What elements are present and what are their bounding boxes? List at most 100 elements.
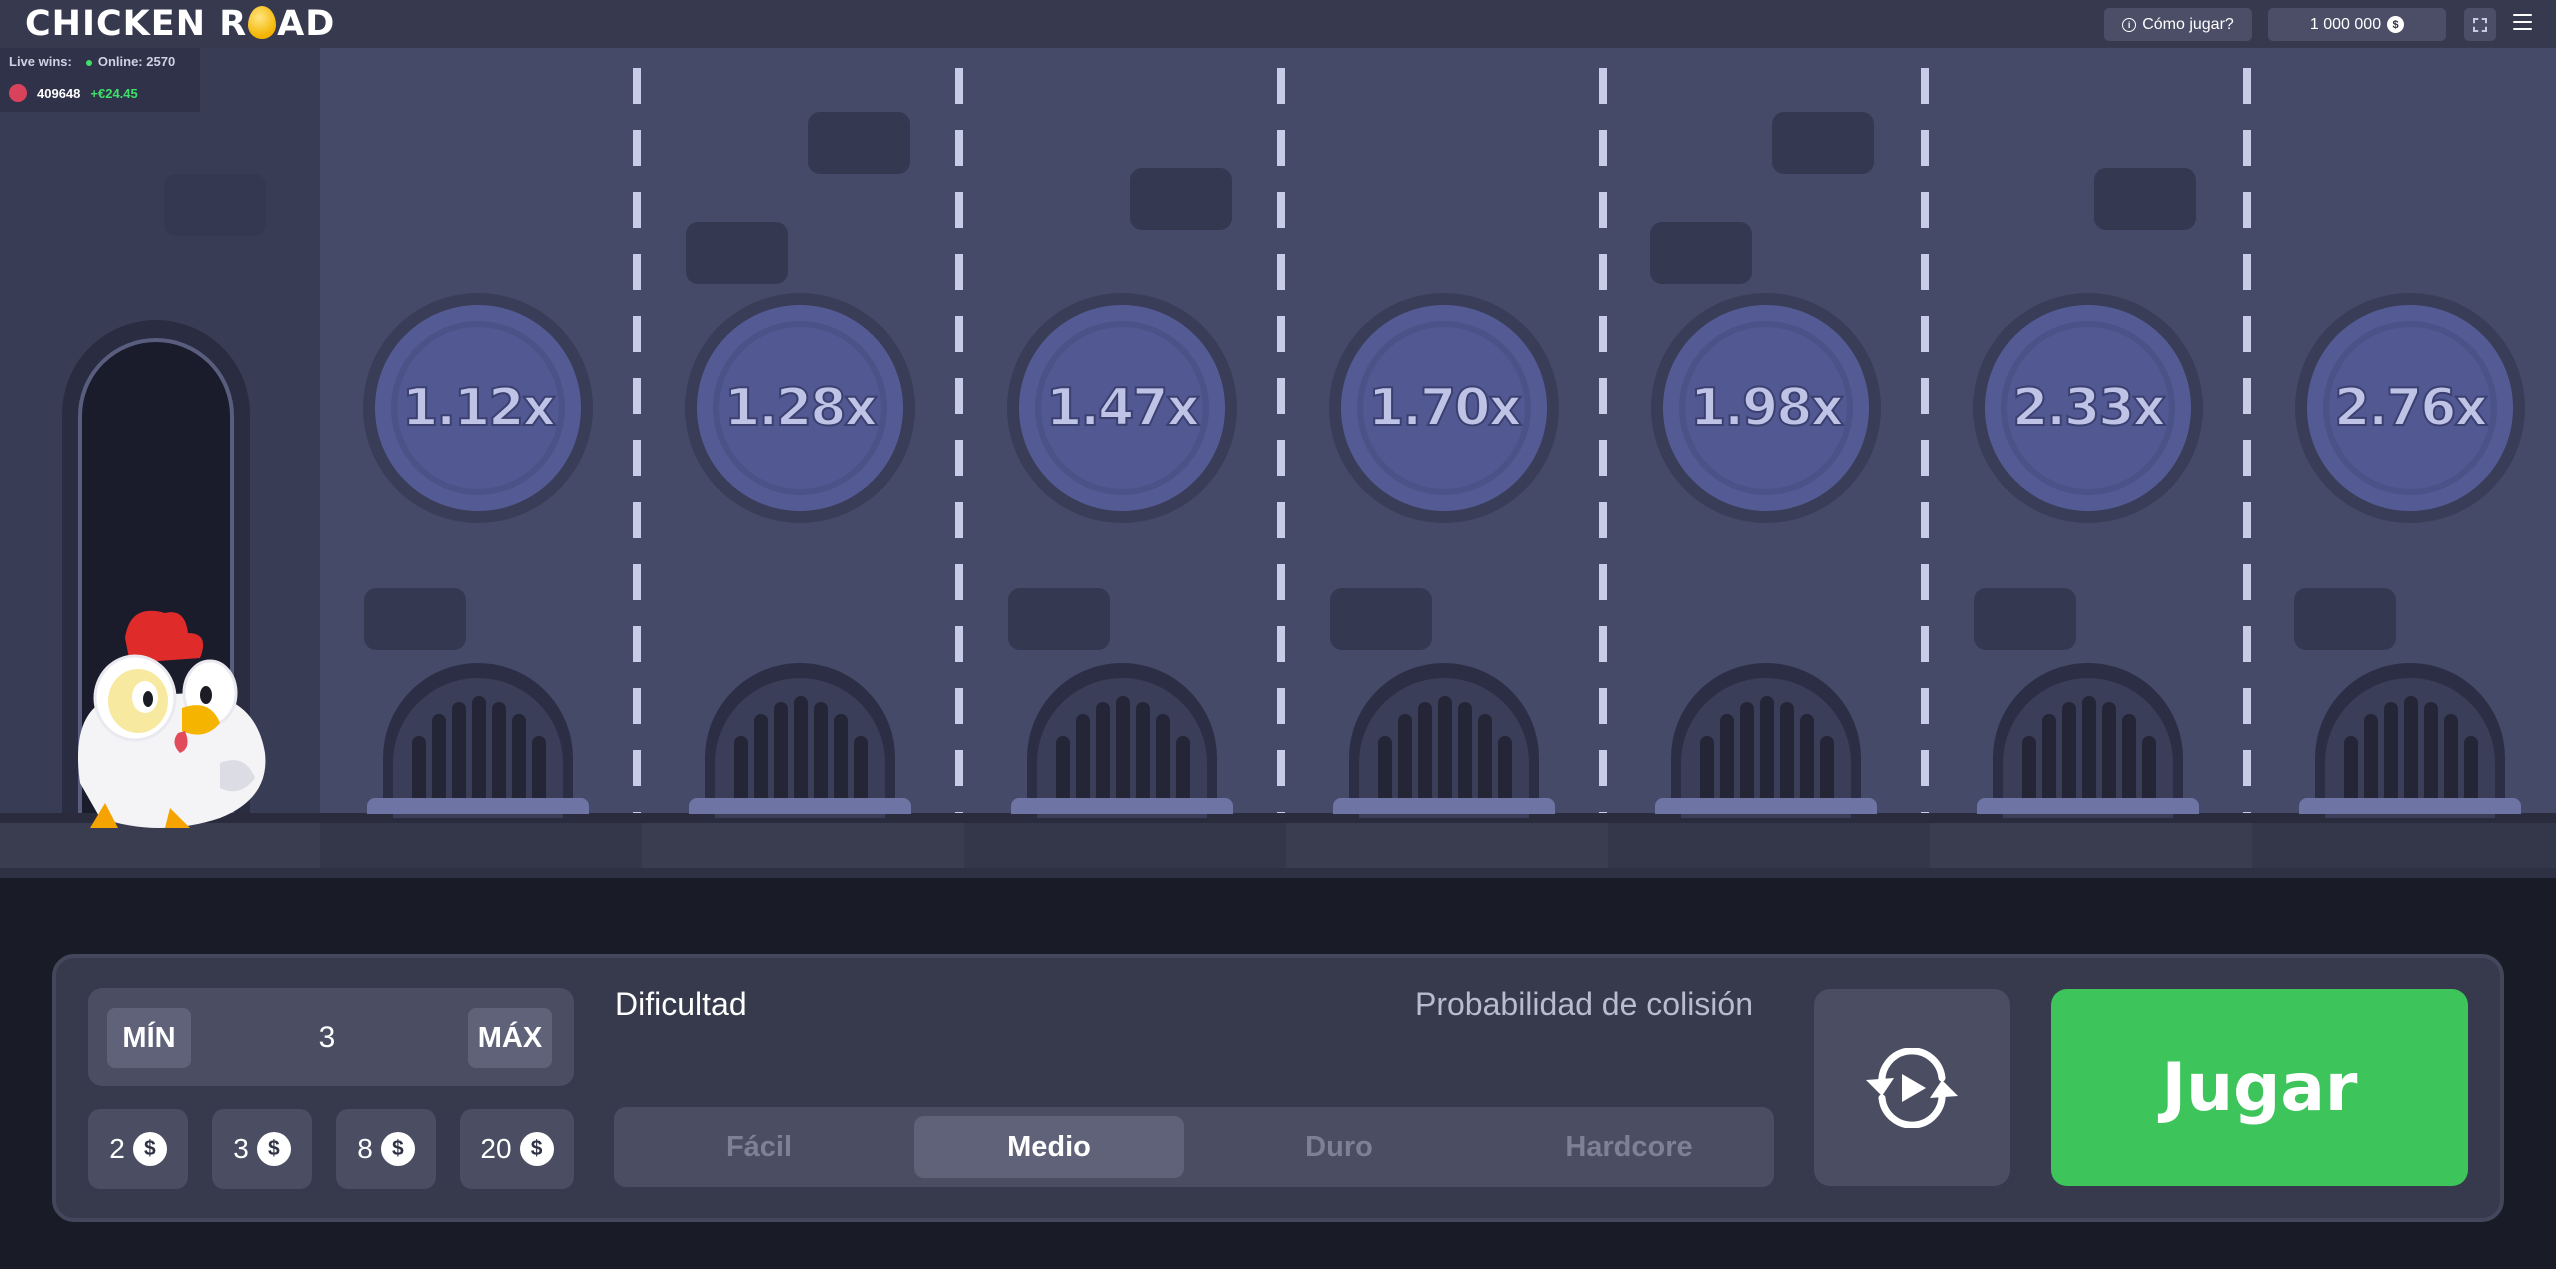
win-user-id: 409648 xyxy=(37,85,81,101)
how-to-play-label: Cómo jugar? xyxy=(2142,15,2234,33)
grate-base xyxy=(1977,798,2199,814)
grate-bar xyxy=(774,702,788,806)
grate-bar xyxy=(512,714,526,806)
wall-brick xyxy=(164,174,266,236)
last-win-row: 409648 +€24.45 xyxy=(9,84,138,102)
lane-divider xyxy=(955,68,963,818)
dollar-coin-icon: $ xyxy=(256,1132,291,1166)
logo-text-right: AD xyxy=(277,4,336,44)
fullscreen-button[interactable] xyxy=(2464,8,2496,41)
quick-bet-value: 2 xyxy=(109,1133,125,1164)
wall-brick xyxy=(1130,168,1232,230)
grate-bar xyxy=(2102,702,2116,806)
grate-bar xyxy=(754,714,768,806)
wall-brick xyxy=(1650,222,1752,284)
info-icon: i xyxy=(2122,17,2137,32)
avatar xyxy=(9,84,27,102)
grate-bar xyxy=(2042,714,2056,806)
wall-brick xyxy=(2094,168,2196,230)
lane-7-multiplier[interactable]: 2.76x xyxy=(2295,293,2525,523)
grate-bar xyxy=(412,736,426,806)
grate-bar xyxy=(1780,702,1794,806)
grate-bar xyxy=(1800,714,1814,806)
quick-bet-value: 8 xyxy=(357,1133,373,1164)
grate-bar xyxy=(492,702,506,806)
grate-bar xyxy=(1176,736,1190,806)
grate-bar xyxy=(1116,696,1130,806)
lane-6-multiplier[interactable]: 2.33x xyxy=(1973,293,2203,523)
online-count: 2570 xyxy=(146,54,176,69)
difficulty-easy-tab[interactable]: Fácil xyxy=(624,1116,894,1178)
grate-bar xyxy=(1076,714,1090,806)
how-to-play-button[interactable]: i Cómo jugar? xyxy=(2104,8,2252,41)
collision-probability-label: Probabilidad de colisión xyxy=(1415,986,1753,1022)
bet-amount-input[interactable]: 3 xyxy=(214,1008,440,1068)
chicken-character xyxy=(78,610,266,828)
grate-bar xyxy=(532,736,546,806)
multiplier-value: 1.70x xyxy=(1367,377,1523,439)
difficulty-hardcore-tab[interactable]: Hardcore xyxy=(1494,1116,1764,1178)
grate-bar xyxy=(1720,714,1734,806)
quick-bet-20-button[interactable]: 20 $ xyxy=(460,1109,574,1189)
wall-brick xyxy=(808,112,910,174)
grate-bar xyxy=(1740,702,1754,806)
sidewalk-slab xyxy=(320,823,642,871)
live-wins-label: Live wins: xyxy=(9,54,72,69)
multiplier-value: 1.12x xyxy=(401,377,557,439)
autoplay-button[interactable] xyxy=(1814,989,2010,1186)
balance-display: 1 000 000 $ xyxy=(2268,8,2446,41)
grate-bar xyxy=(1096,702,1110,806)
quick-bet-2-button[interactable]: 2 $ xyxy=(88,1109,188,1189)
difficulty-label: Dificultad xyxy=(615,986,747,1022)
wall-brick xyxy=(1008,588,1110,650)
quick-bet-3-button[interactable]: 3 $ xyxy=(212,1109,312,1189)
lane-divider xyxy=(1599,68,1607,818)
sidewalk-slab xyxy=(964,823,1286,871)
quick-bet-value: 20 xyxy=(480,1133,512,1164)
grate-bar xyxy=(2464,736,2478,806)
live-wins-panel: Live wins: Online: 2570 409648 +€24.45 xyxy=(0,48,200,112)
dollar-coin-icon: $ xyxy=(2387,16,2405,33)
wall-brick xyxy=(1974,588,2076,650)
quick-bet-8-button[interactable]: 8 $ xyxy=(336,1109,436,1189)
multiplier-value: 1.28x xyxy=(723,377,879,439)
grate-bar xyxy=(1398,714,1412,806)
online-indicator: Online: 2570 xyxy=(85,54,176,69)
lane-1-multiplier[interactable]: 1.12x xyxy=(363,293,593,523)
grate-bar xyxy=(452,702,466,806)
lane-5-multiplier[interactable]: 1.98x xyxy=(1651,293,1881,523)
difficulty-hard-tab[interactable]: Duro xyxy=(1204,1116,1474,1178)
max-bet-button[interactable]: MÁX xyxy=(468,1008,552,1068)
fullscreen-icon xyxy=(2473,17,2487,32)
wall-brick xyxy=(2294,588,2396,650)
multiplier-value: 1.98x xyxy=(1689,377,1845,439)
lane-4-multiplier[interactable]: 1.70x xyxy=(1329,293,1559,523)
sidewalk-slab xyxy=(1930,823,2252,871)
autoplay-icon xyxy=(1866,1047,1958,1128)
sidewalk-slab xyxy=(0,823,320,871)
lane-divider xyxy=(633,68,641,818)
grate-bar xyxy=(2344,736,2358,806)
grate-bar xyxy=(1458,702,1472,806)
sidewalk-slab xyxy=(2252,823,2556,871)
grate-bar xyxy=(2384,702,2398,806)
difficulty-medium-tab[interactable]: Medio xyxy=(914,1116,1184,1178)
menu-icon[interactable] xyxy=(2513,14,2532,30)
wall-brick xyxy=(1772,112,1874,174)
grate-base xyxy=(1011,798,1233,814)
game-logo: CHICKEN R AD xyxy=(25,4,335,44)
grate-bar xyxy=(2424,702,2438,806)
grate-bar xyxy=(814,702,828,806)
grate-base xyxy=(367,798,589,814)
lane-3-multiplier[interactable]: 1.47x xyxy=(1007,293,1237,523)
min-bet-button[interactable]: MÍN xyxy=(107,1008,191,1068)
lane-2-multiplier[interactable]: 1.28x xyxy=(685,293,915,523)
game-road: Live wins: Online: 2570 409648 +€24.45 1… xyxy=(0,48,2556,878)
lane-divider xyxy=(1277,68,1285,818)
grate-bar xyxy=(794,696,808,806)
grate-bar xyxy=(2364,714,2378,806)
play-button[interactable]: Jugar xyxy=(2051,989,2468,1186)
dollar-coin-icon: $ xyxy=(519,1132,554,1166)
logo-text-left: CHICKEN R xyxy=(25,4,248,44)
lane-divider xyxy=(1921,68,1929,818)
